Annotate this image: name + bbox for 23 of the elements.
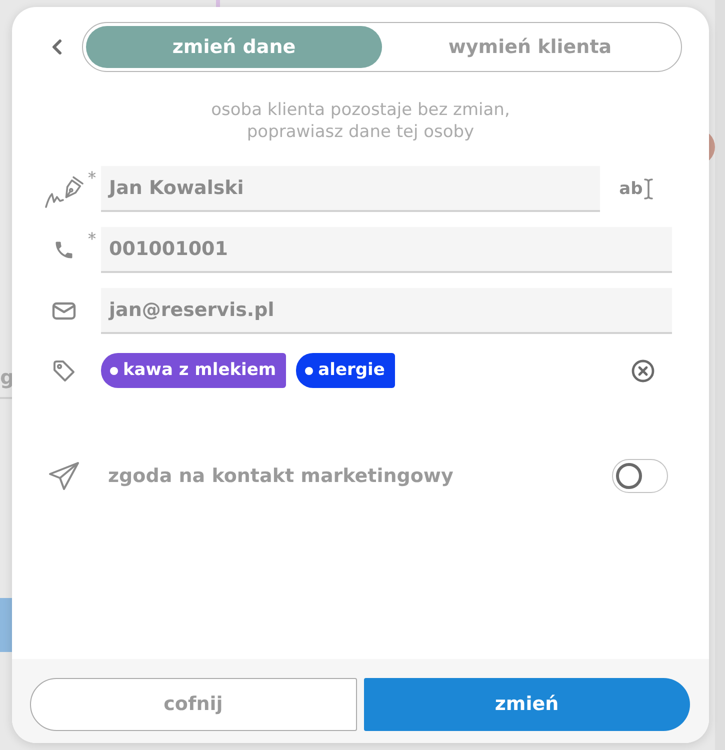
email-field[interactable]: jan@reservis.pl [101,288,672,334]
background-block [0,598,12,652]
text-cursor-icon [644,178,653,200]
name-field[interactable]: Jan Kowalski [101,166,600,212]
dot-icon [110,366,118,374]
undo-button[interactable]: cofnij [30,678,356,731]
toggle-switch[interactable] [612,459,668,493]
envelope-icon [52,302,76,320]
circled-x-icon[interactable] [631,358,655,382]
tab[interactable]: wymień klienta [382,26,678,68]
tag-icon [52,358,76,382]
phone-icon [53,239,75,261]
tab[interactable]: zmień dane [86,26,382,68]
dot-icon [305,366,314,374]
change-button[interactable]: zmień [364,678,690,731]
tag-chip[interactable]: kawa z mlekiem [101,353,286,388]
tag-chip[interactable]: alergie [296,353,395,388]
phone-field[interactable]: 001001001 [101,227,672,273]
consent-label: zgoda na kontakt marketingowy [108,464,454,489]
chevron-left-icon[interactable] [50,38,64,56]
text-format-button[interactable]: ab [619,178,653,200]
hint-text: osoba klienta pozostaje bez zmian, poprawiasz dane tej osoby [210,99,511,143]
paper-plane-icon [48,461,80,491]
